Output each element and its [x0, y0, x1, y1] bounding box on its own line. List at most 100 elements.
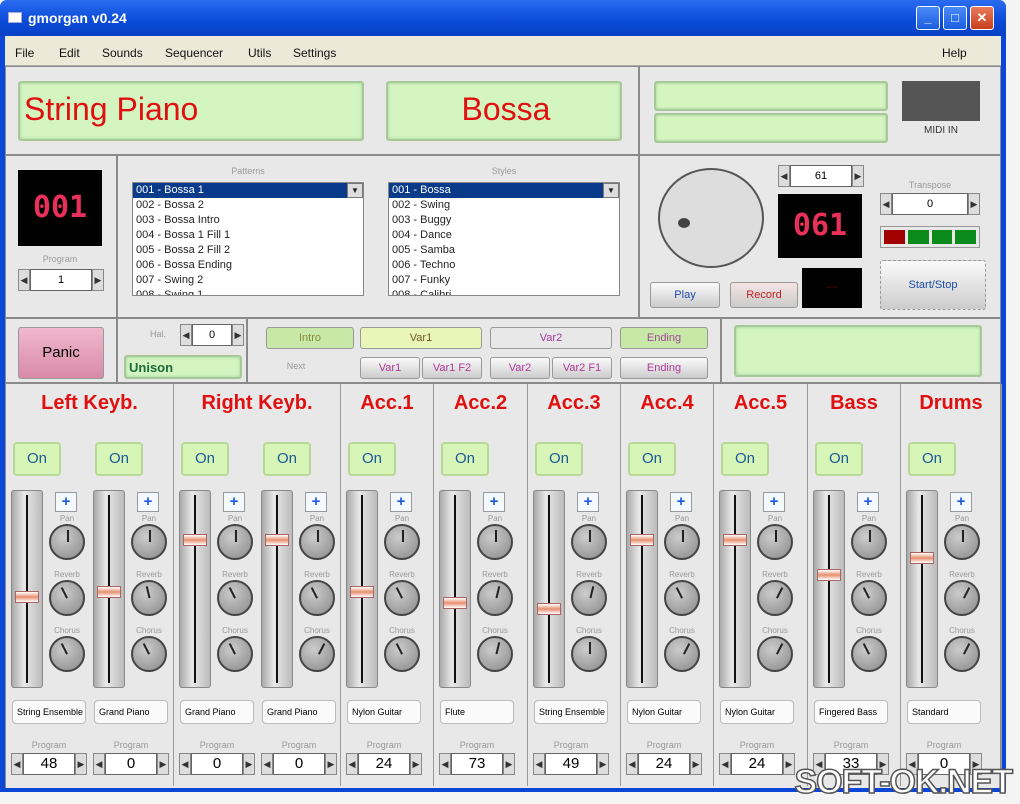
minimize-button[interactable]: _ — [916, 6, 940, 30]
add-icon[interactable]: + — [577, 492, 599, 512]
decrement-icon[interactable]: ◀ — [533, 753, 545, 775]
volume-slider-thumb[interactable] — [537, 602, 561, 615]
maximize-button[interactable]: □ — [943, 6, 967, 30]
list-item[interactable]: 006 - Techno — [389, 258, 619, 273]
decrement-icon[interactable]: ◀ — [179, 753, 191, 775]
on-button[interactable]: On — [441, 442, 489, 476]
decrement-icon[interactable]: ◀ — [439, 753, 451, 775]
instrument-name[interactable]: Grand Piano — [262, 700, 336, 724]
on-button[interactable]: On — [908, 442, 956, 476]
volume-slider[interactable] — [719, 490, 751, 688]
hal-spinner[interactable]: ◀ 0 ▶ — [180, 323, 244, 347]
add-icon[interactable]: + — [305, 492, 327, 512]
program-value[interactable]: 0 — [105, 753, 157, 775]
program-spinner[interactable]: ◀ 1 ▶ — [18, 268, 104, 292]
tempo-spinner[interactable]: ◀ 61 ▶ — [778, 164, 864, 188]
patterns-list[interactable]: 001 - Bossa 1 002 - Bossa 2 003 - Bossa In… — [132, 182, 364, 296]
play-button[interactable]: Play — [650, 282, 720, 308]
chorus-knob[interactable] — [851, 636, 887, 672]
program-spinner[interactable]: ◀ 24 ▶ — [719, 752, 795, 776]
program-value[interactable]: 24 — [731, 753, 783, 775]
increment-icon[interactable]: ▶ — [503, 753, 515, 775]
instrument-name[interactable]: String Ensemble — [12, 700, 86, 724]
next-variation-button[interactable]: Var2 — [490, 357, 550, 379]
chorus-knob[interactable] — [571, 636, 607, 672]
add-icon[interactable]: + — [857, 492, 879, 512]
program-spinner[interactable]: ◀ 49 ▶ — [533, 752, 609, 776]
list-item[interactable]: 008 - Calibri — [389, 288, 619, 295]
pan-knob[interactable] — [131, 524, 167, 560]
volume-slider[interactable] — [906, 490, 938, 688]
pan-knob[interactable] — [757, 524, 793, 560]
program-value[interactable]: 1 — [30, 269, 92, 291]
list-item[interactable]: 001 - Bossa 1 — [133, 183, 363, 198]
increment-icon[interactable]: ▶ — [852, 165, 864, 187]
pan-knob[interactable] — [217, 524, 253, 560]
increment-icon[interactable]: ▶ — [243, 753, 255, 775]
program-value[interactable]: 24 — [358, 753, 410, 775]
reverb-knob[interactable] — [944, 580, 980, 616]
list-item[interactable]: 007 - Swing 2 — [133, 273, 363, 288]
decrement-icon[interactable]: ◀ — [11, 753, 23, 775]
volume-slider-thumb[interactable] — [350, 585, 374, 598]
add-icon[interactable]: + — [223, 492, 245, 512]
chorus-knob[interactable] — [477, 636, 513, 672]
volume-slider-thumb[interactable] — [15, 591, 39, 604]
decrement-icon[interactable]: ◀ — [346, 753, 358, 775]
decrement-icon[interactable]: ◀ — [719, 753, 731, 775]
pan-knob[interactable] — [49, 524, 85, 560]
next-variation-button[interactable]: Ending — [620, 357, 708, 379]
pan-knob[interactable] — [299, 524, 335, 560]
chorus-knob[interactable] — [757, 636, 793, 672]
list-item[interactable]: 001 - Bossa — [389, 183, 619, 198]
menu-utils[interactable]: Utils — [248, 46, 271, 60]
panic-button[interactable]: Panic — [18, 327, 104, 379]
add-icon[interactable]: + — [390, 492, 412, 512]
increment-icon[interactable]: ▶ — [232, 324, 244, 346]
program-value[interactable]: 49 — [545, 753, 597, 775]
instrument-name[interactable]: Grand Piano — [180, 700, 254, 724]
volume-slider[interactable] — [93, 490, 125, 688]
list-item[interactable]: 003 - Buggy — [389, 213, 619, 228]
decrement-icon[interactable]: ◀ — [880, 193, 892, 215]
styles-list[interactable]: 001 - Bossa 002 - Swing 003 - Buggy 004 - D… — [388, 182, 620, 296]
add-icon[interactable]: + — [483, 492, 505, 512]
on-button[interactable]: On — [95, 442, 143, 476]
reverb-knob[interactable] — [851, 580, 887, 616]
add-icon[interactable]: + — [670, 492, 692, 512]
instrument-name[interactable]: Flute — [440, 700, 514, 724]
reverb-knob[interactable] — [384, 580, 420, 616]
list-item[interactable]: 002 - Bossa 2 — [133, 198, 363, 213]
list-item[interactable]: 006 - Bossa Ending — [133, 258, 363, 273]
instrument-name[interactable]: Standard — [907, 700, 981, 724]
decrement-icon[interactable]: ◀ — [261, 753, 273, 775]
volume-slider[interactable] — [813, 490, 845, 688]
volume-slider-thumb[interactable] — [443, 597, 467, 610]
add-icon[interactable]: + — [137, 492, 159, 512]
volume-slider-thumb[interactable] — [183, 533, 207, 546]
instrument-name[interactable]: Grand Piano — [94, 700, 168, 724]
transpose-spinner[interactable]: ◀ 0 ▶ — [880, 192, 980, 216]
on-button[interactable]: On — [815, 442, 863, 476]
list-item[interactable]: 008 - Swing 1 — [133, 288, 363, 295]
volume-slider-thumb[interactable] — [723, 533, 747, 546]
hal-value[interactable]: 0 — [192, 324, 232, 346]
reverb-knob[interactable] — [217, 580, 253, 616]
add-icon[interactable]: + — [950, 492, 972, 512]
reverb-knob[interactable] — [571, 580, 607, 616]
volume-slider[interactable] — [626, 490, 658, 688]
volume-slider-thumb[interactable] — [630, 533, 654, 546]
decrement-icon[interactable]: ◀ — [180, 324, 192, 346]
on-button[interactable]: On — [628, 442, 676, 476]
pan-knob[interactable] — [664, 524, 700, 560]
pan-knob[interactable] — [944, 524, 980, 560]
decrement-icon[interactable]: ◀ — [18, 269, 30, 291]
variation-button-ending[interactable]: Ending — [620, 327, 708, 349]
chorus-knob[interactable] — [131, 636, 167, 672]
tempo-dial[interactable] — [658, 168, 764, 268]
volume-slider[interactable] — [346, 490, 378, 688]
pan-knob[interactable] — [851, 524, 887, 560]
program-value[interactable]: 0 — [273, 753, 325, 775]
program-value[interactable]: 0 — [191, 753, 243, 775]
increment-icon[interactable]: ▶ — [75, 753, 87, 775]
